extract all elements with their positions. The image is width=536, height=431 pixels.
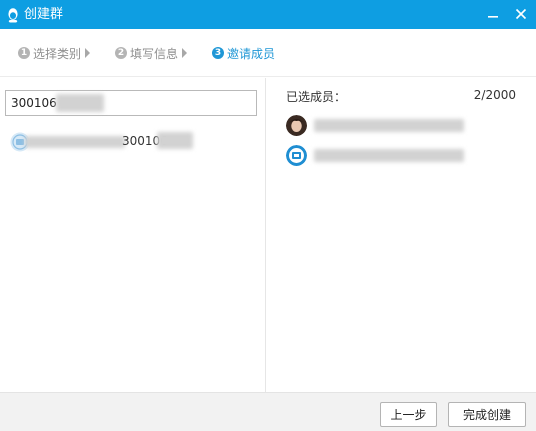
step-number: 2 bbox=[115, 47, 127, 59]
step-invite-members: 3 邀请成员 bbox=[212, 45, 275, 61]
step-number: 3 bbox=[212, 47, 224, 59]
redacted-blur bbox=[314, 149, 464, 162]
selected-header: 已选成员： bbox=[286, 90, 347, 104]
step-number: 1 bbox=[18, 47, 30, 59]
redacted-blur bbox=[314, 119, 464, 132]
step-label: 邀请成员 bbox=[227, 46, 276, 61]
title-bar: 创建群 bbox=[0, 0, 536, 29]
selected-count: 2/2000 bbox=[473, 88, 516, 102]
group-avatar-icon bbox=[286, 145, 307, 166]
step-fill-info: 2 填写信息 bbox=[115, 45, 188, 61]
step-indicator: 1 选择类别 2 填写信息 3 邀请成员 bbox=[0, 29, 536, 77]
previous-step-button[interactable]: 上一步 bbox=[380, 402, 437, 427]
redacted-blur bbox=[25, 136, 125, 148]
search-pane: 300106 bbox=[0, 78, 265, 392]
step-arrow-icon bbox=[85, 48, 91, 58]
search-box[interactable] bbox=[5, 90, 257, 116]
user-avatar-icon bbox=[286, 115, 307, 136]
step-label: 选择类别 bbox=[33, 46, 82, 61]
selected-member-item[interactable] bbox=[286, 145, 526, 167]
search-input[interactable] bbox=[6, 91, 256, 115]
selected-members-pane: 已选成员： 2/2000 bbox=[265, 78, 536, 392]
window-title: 创建群 bbox=[24, 7, 64, 22]
footer-bar: 上一步 完成创建 bbox=[0, 392, 536, 431]
minimize-icon[interactable] bbox=[482, 4, 504, 24]
search-result-item[interactable]: 300106 bbox=[5, 129, 260, 155]
redacted-blur bbox=[56, 94, 104, 112]
finish-create-button[interactable]: 完成创建 bbox=[448, 402, 526, 427]
step-label: 填写信息 bbox=[130, 46, 179, 61]
step-select-category: 1 选择类别 bbox=[18, 45, 91, 61]
close-icon[interactable] bbox=[510, 4, 532, 24]
step-arrow-icon bbox=[182, 48, 188, 58]
qq-penguin-icon bbox=[6, 7, 20, 23]
redacted-blur bbox=[157, 132, 193, 149]
selected-member-item[interactable] bbox=[286, 115, 526, 137]
